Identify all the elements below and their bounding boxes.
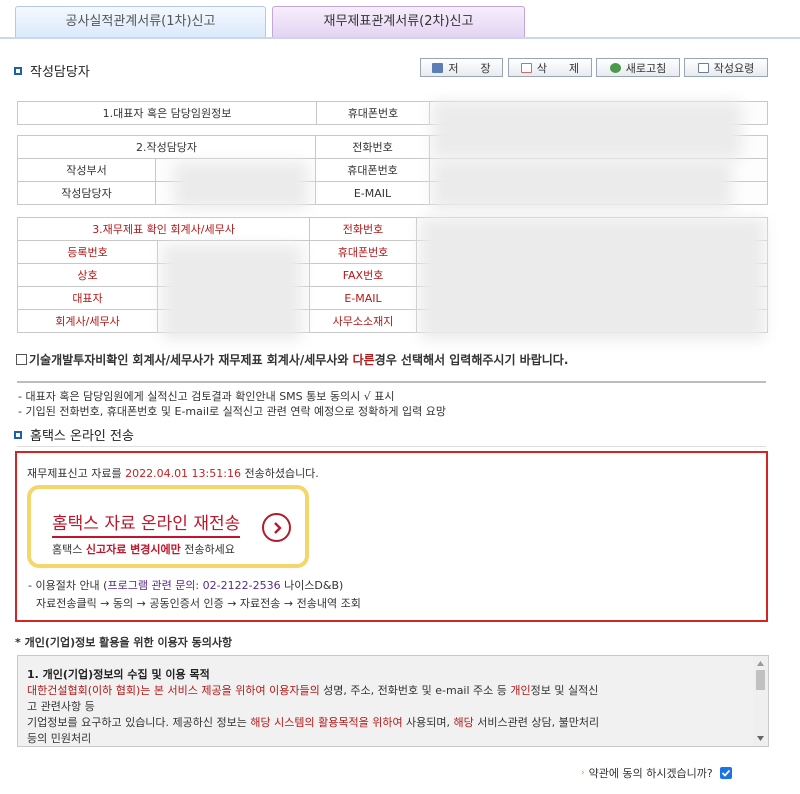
sent-datetime: 2022.04.01 13:51:16: [125, 467, 241, 480]
tab-divider: [0, 37, 800, 39]
acct-email-label: E-MAIL: [309, 286, 418, 310]
writer-mobile-label: 휴대폰번호: [315, 158, 431, 182]
writer-section-title: 작성담당자: [14, 61, 90, 80]
save-button[interactable]: 저 장: [420, 58, 503, 77]
note-sms-consent: - 대표자 혹은 담당임원에게 실적신고 검토결과 확인안내 SMS 통보 동의…: [18, 390, 395, 403]
acct-phone-label: 전화번호: [309, 217, 418, 241]
hometax-section-title: 홈택스 온라인 전송: [14, 425, 134, 444]
diff-accountant-option[interactable]: 기술개발투자비확인 회계사/세무사가 재무제표 회계사/세무사와 다른경우 선택…: [16, 351, 568, 368]
acct-fax-label: FAX번호: [309, 263, 418, 287]
acct-mobile-label: 휴대폰번호: [309, 240, 418, 264]
writer-phone-label: 전화번호: [315, 135, 431, 159]
acct-name-label: 상호: [17, 263, 158, 287]
consent-body: 대한건설협회(이하 협회)는 본 서비스 제공을 위하여 이용자들의 성명, 주…: [27, 684, 600, 745]
consent-scrollbar[interactable]: [753, 656, 768, 746]
agree-option[interactable]: › 약관에 동의 하시겠습니까?: [581, 765, 732, 781]
acct-ceo-label: 대표자: [17, 286, 158, 310]
resend-note: 홈택스 신고자료 변경시에만 전송하세요: [52, 543, 235, 556]
rep-info-label: 1.대표자 혹은 담당임원정보: [17, 101, 317, 125]
square-bullet-icon: [14, 430, 22, 439]
delete-icon: [520, 62, 532, 73]
redacted-area: [432, 101, 742, 158]
procedure-steps: 자료전송클릭 → 동의 → 공동인증서 인증 → 자료전송 → 전송내역 조회: [36, 597, 361, 610]
diff-accountant-checkbox[interactable]: [16, 354, 27, 365]
arrow-right-icon[interactable]: [262, 513, 291, 542]
check-icon: [721, 769, 730, 777]
divider: [17, 446, 766, 447]
consent-heading: 1. 개인(기업)정보의 수집 및 이용 목적: [27, 668, 210, 681]
guide-button[interactable]: 작성요령: [684, 58, 768, 77]
redacted-area: [432, 160, 732, 210]
refresh-button[interactable]: 새로고침: [596, 58, 680, 77]
writer-header: 2.작성담당자: [16, 135, 317, 159]
arrow-bullet-icon: ›: [581, 768, 585, 778]
contact-info: 프로그램 관련 문의: 02-2122-2536: [107, 579, 281, 592]
note-contact: - 기입된 전화번호, 휴대폰번호 및 E-mail로 실적신고 관련 연락 예…: [18, 405, 446, 418]
rep-mobile-label: 휴대폰번호: [316, 101, 430, 125]
acct-office-label: 사무소소재지: [309, 309, 418, 333]
writer-email-label: E-MAIL: [315, 181, 431, 205]
square-bullet-icon: [14, 66, 22, 75]
consent-title: * 개인(기업)정보 활용을 위한 이용자 동의사항: [15, 636, 233, 649]
redacted-area: [162, 245, 302, 340]
consent-textbox[interactable]: 1. 개인(기업)정보의 수집 및 이용 목적 대한건설협회(이하 협회)는 본…: [17, 655, 769, 747]
delete-button[interactable]: 삭 제: [508, 58, 592, 77]
tab-label: 공사실적관계서류(1차)신고: [65, 14, 216, 29]
disk-icon: [432, 62, 444, 73]
acct-type-label: 회계사/세무사: [17, 309, 158, 333]
refresh-icon: [609, 62, 621, 73]
procedure-guide: - 이용절차 안내 (프로그램 관련 문의: 02-2122-2536 나이스D…: [28, 579, 344, 592]
document-icon: [697, 62, 709, 73]
tab-label: 재무제표관계서류(2차)신고: [323, 14, 474, 29]
divider: [17, 381, 766, 383]
acct-reg-label: 등록번호: [17, 240, 158, 264]
resend-button[interactable]: 홈택스 자료 온라인 재전송: [52, 509, 241, 538]
redacted-area: [420, 218, 765, 340]
writer-dept-label: 작성부서: [17, 158, 156, 182]
accountant-header: 3.재무제표 확인 회계사/세무사: [16, 217, 311, 241]
tab-construction-report[interactable]: 공사실적관계서류(1차)신고: [15, 6, 266, 37]
sent-status: 재무제표신고 자료를 2022.04.01 13:51:16 전송하셨습니다.: [27, 467, 319, 480]
writer-name-label: 작성담당자: [17, 181, 156, 205]
tab-financial-report[interactable]: 재무제표관계서류(2차)신고: [272, 6, 525, 37]
redacted-area: [174, 162, 308, 209]
agree-label: 약관에 동의 하시겠습니까?: [588, 767, 713, 780]
agree-checkbox[interactable]: [719, 767, 732, 779]
